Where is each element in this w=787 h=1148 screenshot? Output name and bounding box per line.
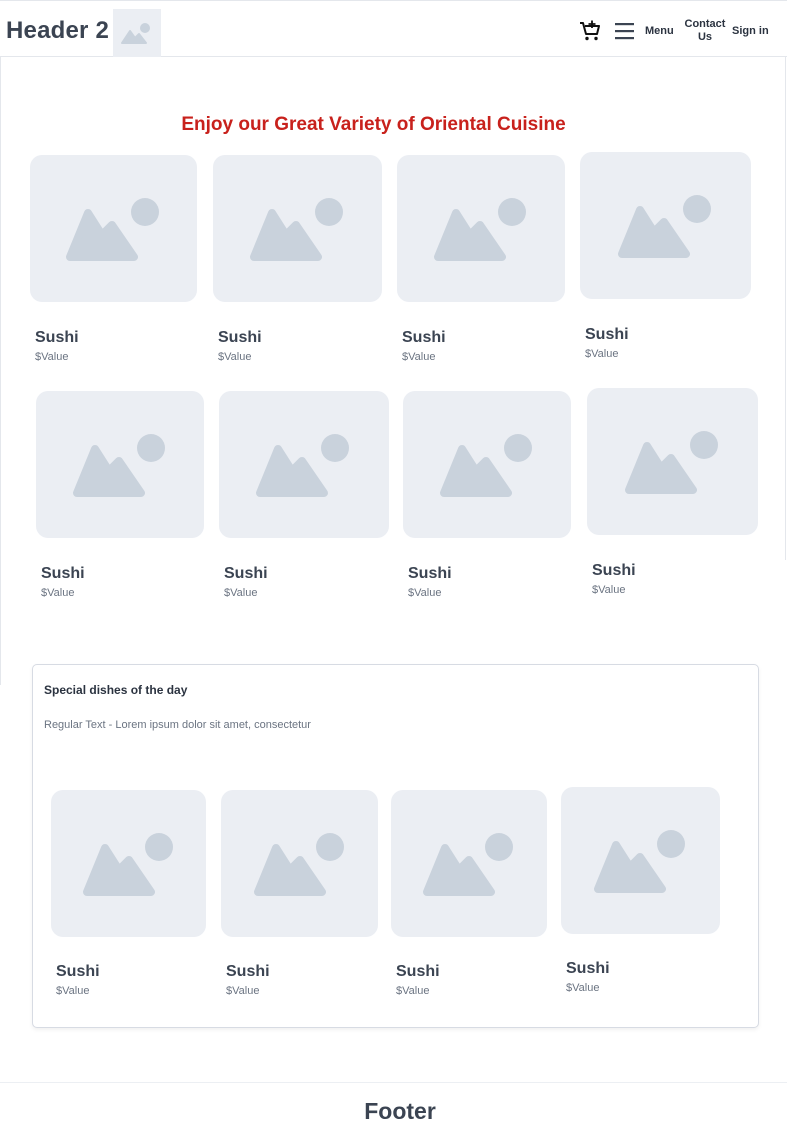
- product-price: $Value: [396, 985, 430, 997]
- product-name: Sushi: [218, 329, 262, 346]
- product-name: Sushi: [585, 326, 629, 343]
- brand-title: Header 2: [6, 17, 109, 44]
- product-name: Sushi: [408, 565, 452, 582]
- product-price: $Value: [56, 985, 90, 997]
- image-placeholder-icon: [434, 198, 526, 261]
- product-price: $Value: [585, 348, 619, 360]
- product-image: [219, 391, 389, 538]
- product-name: Sushi: [592, 562, 636, 579]
- product-name: Sushi: [566, 960, 610, 977]
- cart-button[interactable]: [578, 19, 602, 43]
- nav-contact-line2: Us: [697, 31, 713, 43]
- image-placeholder-icon: [66, 198, 159, 261]
- product-image: [561, 787, 720, 934]
- product-image: [51, 790, 206, 937]
- product-price: $Value: [402, 351, 436, 363]
- product-name: Sushi: [226, 963, 270, 980]
- special-dishes-title: Special dishes of the day: [44, 683, 188, 697]
- product-image: [221, 790, 378, 937]
- product-name: Sushi: [35, 329, 79, 346]
- image-placeholder-icon: [618, 195, 711, 258]
- add-to-cart-icon: [580, 20, 600, 41]
- product-image: [587, 388, 758, 535]
- product-name: Sushi: [56, 963, 100, 980]
- product-name: Sushi: [402, 329, 446, 346]
- image-placeholder-icon: [594, 830, 685, 893]
- product-name: Sushi: [224, 565, 268, 582]
- nav-signin-link[interactable]: Sign in: [732, 25, 769, 38]
- product-price: $Value: [35, 351, 69, 363]
- product-image: [36, 391, 204, 538]
- hamburger-menu-icon: [615, 23, 634, 40]
- product-price: $Value: [226, 985, 260, 997]
- image-placeholder-icon: [73, 434, 165, 497]
- image-placeholder-icon: [423, 833, 513, 896]
- product-name: Sushi: [396, 963, 440, 980]
- image-placeholder-icon: [256, 434, 349, 497]
- page-frame-right: [785, 0, 786, 560]
- nav-menu-link[interactable]: Menu: [645, 25, 674, 38]
- site-footer: Footer: [0, 1082, 787, 1148]
- page-frame-left: [0, 0, 1, 685]
- site-header: Header 2 Menu Contact Us Sign in: [0, 0, 787, 57]
- product-image: [397, 155, 565, 302]
- product-image: [580, 152, 751, 299]
- product-image: [213, 155, 382, 302]
- image-placeholder-icon: [250, 198, 343, 261]
- product-price: $Value: [566, 982, 600, 994]
- hamburger-menu-button[interactable]: [614, 21, 636, 41]
- image-placeholder-icon: [83, 833, 173, 896]
- image-placeholder-icon: [440, 434, 532, 497]
- product-image: [403, 391, 571, 538]
- product-name: Sushi: [41, 565, 85, 582]
- nav-contact-line1: Contact: [684, 18, 726, 30]
- logo-image: [113, 9, 161, 57]
- product-price: $Value: [218, 351, 252, 363]
- special-dishes-text: Regular Text - Lorem ipsum dolor sit ame…: [44, 719, 311, 731]
- nav-contact-link[interactable]: Contact Us: [683, 18, 727, 44]
- product-price: $Value: [41, 587, 75, 599]
- product-price: $Value: [592, 584, 626, 596]
- image-placeholder-icon: [121, 23, 150, 44]
- footer-text: Footer: [364, 1098, 436, 1124]
- product-image: [391, 790, 547, 937]
- product-image: [30, 155, 197, 302]
- image-placeholder-icon: [254, 833, 344, 896]
- product-price: $Value: [408, 587, 442, 599]
- image-placeholder-icon: [625, 431, 718, 494]
- section-heading: Enjoy our Great Variety of Oriental Cuis…: [181, 114, 566, 135]
- product-price: $Value: [224, 587, 258, 599]
